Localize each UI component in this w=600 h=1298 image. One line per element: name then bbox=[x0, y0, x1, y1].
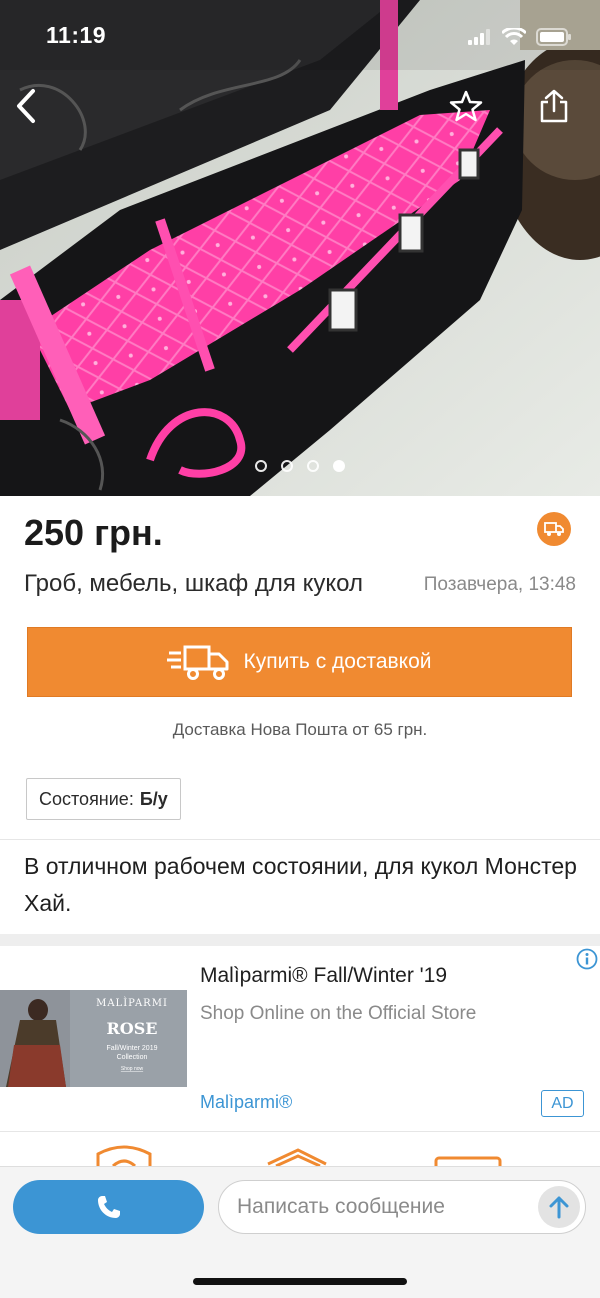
send-arrow-icon bbox=[549, 1196, 569, 1219]
carousel-dots bbox=[255, 460, 345, 472]
truck-icon bbox=[544, 522, 564, 536]
call-button[interactable] bbox=[13, 1180, 204, 1234]
divider bbox=[0, 839, 600, 840]
seller-actions-icons bbox=[96, 1145, 502, 1168]
home-indicator bbox=[193, 1278, 407, 1285]
back-button[interactable] bbox=[0, 80, 52, 132]
ad-image-label: Collection bbox=[117, 1054, 148, 1061]
wifi-icon bbox=[502, 28, 526, 45]
product-photo-carousel[interactable]: 11:19 bbox=[0, 0, 600, 496]
buy-with-delivery-button[interactable]: Купить с доставкой bbox=[27, 627, 572, 697]
share-icon bbox=[540, 89, 568, 123]
ad-title[interactable]: Malìparmi® Fall/Winter '19 bbox=[200, 964, 447, 988]
delivery-available-badge bbox=[537, 512, 571, 546]
buy-button-label: Купить с доставкой bbox=[243, 650, 432, 673]
truck-icon bbox=[167, 645, 229, 680]
back-icon bbox=[17, 89, 35, 123]
share-button[interactable] bbox=[528, 80, 580, 132]
product-photo bbox=[0, 0, 600, 496]
listing-description: В отличном рабочем состоянии, для кукол … bbox=[24, 853, 577, 916]
carousel-dot[interactable] bbox=[307, 460, 319, 472]
carousel-dot[interactable] bbox=[255, 460, 267, 472]
status-time: 11:19 bbox=[46, 22, 107, 48]
send-button[interactable] bbox=[538, 1186, 580, 1228]
phone-icon bbox=[97, 1196, 120, 1218]
ad-brand-link[interactable]: Malìparmi® bbox=[200, 1092, 292, 1113]
listing-title: Гроб, мебель, шкаф для кукол bbox=[24, 570, 363, 597]
message-input[interactable] bbox=[237, 1181, 537, 1233]
ad-info-button[interactable] bbox=[576, 948, 598, 970]
carousel-dot-active[interactable] bbox=[333, 460, 345, 472]
battery-icon bbox=[536, 28, 571, 46]
status-icons bbox=[468, 26, 572, 48]
delivery-note: Доставка Нова Пошта от 65 грн. bbox=[172, 720, 428, 739]
message-field[interactable] bbox=[218, 1180, 586, 1234]
info-icon bbox=[576, 948, 598, 970]
section-separator bbox=[0, 934, 600, 946]
cellular-signal-icon bbox=[468, 29, 490, 45]
ad-image-cta: Shop now bbox=[121, 1066, 144, 1072]
condition-tag: Состояние: Б/у bbox=[26, 778, 181, 820]
condition-label: Состояние: bbox=[39, 788, 134, 809]
ad-image-season: Fall/Winter 2019 bbox=[107, 1045, 158, 1052]
ad-image-brand: MALÌPARMI bbox=[96, 997, 168, 1009]
ad-badge: AD bbox=[541, 1090, 584, 1117]
status-bar: 11:19 bbox=[0, 0, 600, 70]
listing-price: 250 грн. bbox=[24, 512, 163, 553]
seller-actions-row bbox=[0, 1132, 600, 1168]
ad-image-collection: ROSE bbox=[107, 1019, 158, 1038]
ad-image[interactable]: MALÌPARMI ROSE Fall/Winter 2019 Collecti… bbox=[0, 990, 187, 1087]
ad-banner-graphic: MALÌPARMI ROSE Fall/Winter 2019 Collecti… bbox=[0, 990, 187, 1087]
ad-subtitle: Shop Online on the Official Store bbox=[200, 1003, 477, 1024]
star-icon bbox=[449, 90, 483, 122]
carousel-dot[interactable] bbox=[281, 460, 293, 472]
listing-date: Позавчера, 13:48 bbox=[423, 574, 576, 595]
condition-value: Б/у bbox=[139, 788, 168, 809]
favorite-button[interactable] bbox=[440, 80, 492, 132]
